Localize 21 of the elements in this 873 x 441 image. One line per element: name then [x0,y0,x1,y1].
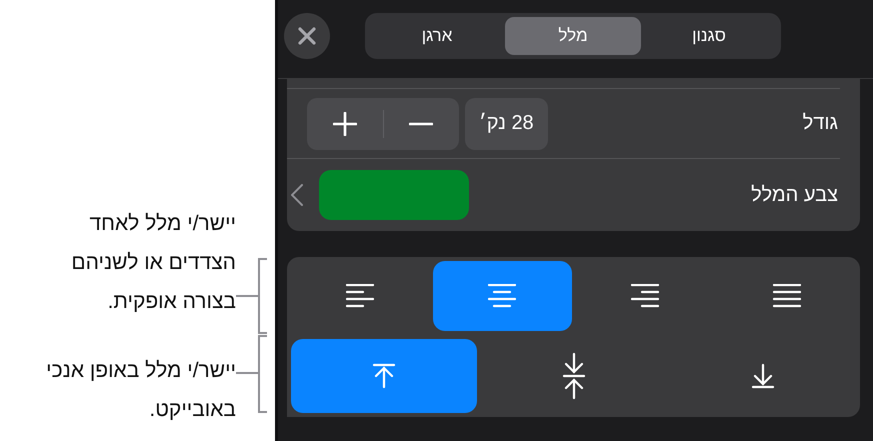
callout-text: יישר/י מלל לאחד הצדדים או לשניהם בצורה אופקית. [70,211,236,315]
close-button[interactable] [284,13,330,59]
callout-text: יישר/י מלל באופן אנכי באובייקט. [45,358,236,423]
align-top-icon [372,363,396,389]
align-center-icon [488,284,516,308]
size-value[interactable]: 28 נק׳ [465,98,548,150]
tab[interactable]: מלל [505,17,641,55]
minus-icon [409,122,434,126]
align-left-icon [346,284,374,308]
plus-icon [332,112,357,136]
tab[interactable]: סגנון [641,17,777,55]
align-right-icon [630,284,659,308]
text-color-label: צבע המלל [750,184,838,206]
close-icon [298,27,316,45]
align-bottom-icon [751,363,776,389]
align-justify-icon [772,284,801,308]
color-swatch[interactable] [319,170,469,220]
align-middle-icon [562,352,586,400]
tab[interactable]: ארגן [369,17,505,55]
size-label: גודל [802,112,838,135]
chevron-left-icon[interactable] [291,184,303,206]
